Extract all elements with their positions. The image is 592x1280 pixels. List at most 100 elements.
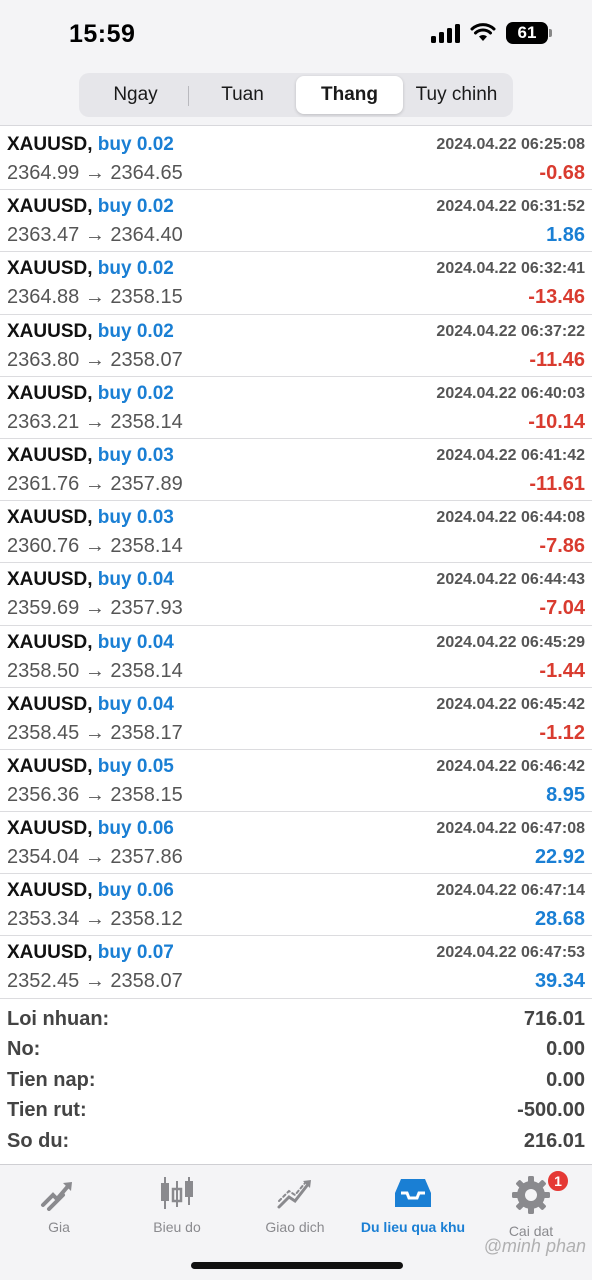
status-bar: 15:59 61 [0, 0, 592, 64]
trade-row[interactable]: XAUUSD, buy 0.07 2024.04.22 06:47:53 2352.… [0, 936, 592, 999]
trade-prices: 2353.34 → 2358.12 [7, 908, 183, 931]
trade-prices: 2359.69 → 2357.93 [7, 597, 183, 620]
trade-prices: 2363.21 → 2358.14 [7, 410, 183, 433]
trade-symbol: XAUUSD, buy 0.02 [7, 382, 174, 404]
trade-row[interactable]: XAUUSD, buy 0.02 2024.04.22 06:31:52 2363.… [0, 190, 592, 253]
trade-profit: -0.68 [539, 162, 585, 184]
trade-action: buy 0.02 [97, 382, 174, 404]
quotes-arrows-icon [41, 1182, 72, 1211]
summary-profit-row: Loi nhuan: 716.01 [0, 1006, 592, 1036]
trade-row[interactable]: XAUUSD, buy 0.03 2024.04.22 06:41:42 2361.… [0, 439, 592, 502]
trade-time: 2024.04.22 06:47:53 [436, 944, 585, 962]
trade-profit: -1.44 [539, 659, 585, 682]
summary-withdrawal-value: -500.00 [517, 1099, 585, 1122]
trade-prices: 2363.47 → 2364.40 [7, 224, 183, 247]
trade-profit: 22.92 [534, 846, 585, 869]
tabbar-item-bieu-do[interactable]: Bieu do [118, 1171, 236, 1239]
settings-gear-icon [512, 1176, 550, 1214]
trade-action: buy 0.02 [97, 258, 174, 280]
trade-time: 2024.04.22 06:25:08 [436, 136, 585, 153]
trade-chart-icon [277, 1180, 311, 1209]
trade-history-list: XAUUSD, buy 0.02 2024.04.22 06:25:08 2364.… [0, 128, 592, 999]
tab-tuy-chinh[interactable]: Tuy chinh [403, 76, 510, 114]
candlestick-chart-icon [161, 1177, 193, 1209]
trade-profit: 28.68 [534, 908, 585, 931]
trade-action: buy 0.06 [97, 880, 174, 902]
trade-profit: -1.12 [539, 721, 585, 744]
tab-tuan[interactable]: Tuan [189, 76, 296, 114]
trade-action: buy 0.07 [97, 942, 174, 964]
trade-action: buy 0.04 [97, 569, 174, 591]
trade-profit: -11.61 [529, 472, 585, 495]
wifi-icon [470, 23, 496, 41]
tabbar-item-gia[interactable]: Gia [0, 1171, 118, 1239]
summary-withdrawal-label: Tien rut: [7, 1099, 87, 1122]
tab-ngay[interactable]: Ngay [82, 76, 189, 114]
status-time: 15:59 [69, 20, 136, 48]
summary-deposit-label: Tien nap: [7, 1068, 96, 1091]
trade-symbol: XAUUSD, buy 0.03 [7, 507, 174, 529]
trade-prices: 2363.80 → 2358.07 [7, 348, 183, 371]
trade-action: buy 0.02 [97, 320, 174, 342]
tab-thang[interactable]: Thang [296, 76, 403, 114]
trade-symbol: XAUUSD, buy 0.05 [7, 755, 174, 777]
trade-symbol: XAUUSD, buy 0.02 [7, 196, 174, 218]
trade-row[interactable]: XAUUSD, buy 0.02 2024.04.22 06:25:08 2364.… [0, 128, 592, 191]
cellular-signal-icon [431, 23, 460, 43]
trade-prices: 2364.88 → 2358.15 [7, 286, 183, 309]
trade-profit: -11.46 [529, 348, 585, 371]
trade-action: buy 0.02 [97, 134, 174, 155]
trade-profit: 1.86 [546, 224, 585, 247]
trade-action: buy 0.02 [97, 196, 174, 218]
trade-time: 2024.04.22 06:41:42 [436, 446, 585, 464]
trade-time: 2024.04.22 06:44:08 [436, 509, 585, 527]
trade-symbol: XAUUSD, buy 0.06 [7, 818, 174, 840]
trade-time: 2024.04.22 06:40:03 [436, 384, 585, 402]
trade-time: 2024.04.22 06:46:42 [436, 757, 585, 775]
summary-balance-label: So du: [7, 1129, 70, 1152]
tabbar-label-bieu-do: Bieu do [153, 1219, 201, 1235]
trade-row[interactable]: XAUUSD, buy 0.04 2024.04.22 06:44:43 2359.… [0, 563, 592, 626]
trade-profit: -13.46 [528, 286, 585, 309]
trade-action: buy 0.03 [97, 507, 174, 529]
trade-prices: 2358.50 → 2358.14 [7, 659, 183, 682]
period-header: Ngay Tuan Thang Tuy chinh [0, 64, 592, 126]
summary-profit-label: Loi nhuan: [7, 1008, 110, 1030]
status-icons: 61 [431, 22, 552, 44]
tabbar-item-du-lieu-qua-khu[interactable]: Du lieu qua khu [354, 1171, 472, 1239]
watermark: @minh phan [483, 1236, 586, 1256]
trade-row[interactable]: XAUUSD, buy 0.02 2024.04.22 06:32:41 2364.… [0, 252, 592, 315]
summary-withdrawal-row: Tien rut: -500.00 [0, 1097, 592, 1127]
trade-row[interactable]: XAUUSD, buy 0.02 2024.04.22 06:40:03 2363.… [0, 377, 592, 439]
trade-time: 2024.04.22 06:45:29 [436, 633, 585, 651]
trade-action: buy 0.06 [97, 818, 174, 840]
history-inbox-icon [395, 1179, 431, 1207]
trade-row[interactable]: XAUUSD, buy 0.06 2024.04.22 06:47:08 2354.… [0, 812, 592, 875]
trade-row[interactable]: XAUUSD, buy 0.04 2024.04.22 06:45:29 2358.… [0, 626, 592, 688]
trade-row[interactable]: XAUUSD, buy 0.05 2024.04.22 06:46:42 2356.… [0, 750, 592, 813]
summary-credit-label: No: [7, 1038, 41, 1061]
trade-time: 2024.04.22 06:31:52 [436, 198, 585, 216]
trade-profit: -7.86 [539, 535, 585, 558]
summary-profit-value: 716.01 [523, 1008, 585, 1030]
summary-deposit-value: 0.00 [546, 1068, 585, 1091]
trade-row[interactable]: XAUUSD, buy 0.06 2024.04.22 06:47:14 2353.… [0, 874, 592, 937]
account-summary: Loi nhuan: 716.01 No: 0.00 Tien nap: 0.0… [0, 1006, 592, 1158]
trade-row[interactable]: XAUUSD, buy 0.04 2024.04.22 06:45:42 2358.… [0, 688, 592, 750]
trade-symbol: XAUUSD, buy 0.06 [7, 880, 174, 902]
battery-icon: 61 [506, 22, 552, 44]
tabbar-label-du-lieu-qua-khu: Du lieu qua khu [360, 1219, 466, 1235]
summary-balance-row: So du: 216.01 [0, 1128, 592, 1158]
tabbar-item-cai-dat[interactable]: 1 Cai dat [472, 1169, 590, 1239]
trade-row[interactable]: XAUUSD, buy 0.02 2024.04.22 06:37:22 2363.… [0, 315, 592, 377]
trade-prices: 2354.04 → 2357.86 [7, 846, 183, 869]
trade-prices: 2358.45 → 2358.17 [7, 721, 183, 744]
trade-prices: 2352.45 → 2358.07 [7, 970, 183, 993]
tabbar-item-giao-dich[interactable]: Giao dich [236, 1171, 354, 1239]
trade-row[interactable]: XAUUSD, buy 0.03 2024.04.22 06:44:08 2360.… [0, 501, 592, 564]
summary-credit-value: 0.00 [546, 1038, 585, 1061]
summary-deposit-row: Tien nap: 0.00 [0, 1067, 592, 1097]
trade-profit: 39.34 [534, 970, 585, 993]
settings-notification-badge: 1 [546, 1169, 570, 1193]
trade-symbol: XAUUSD, buy 0.02 [7, 320, 174, 342]
